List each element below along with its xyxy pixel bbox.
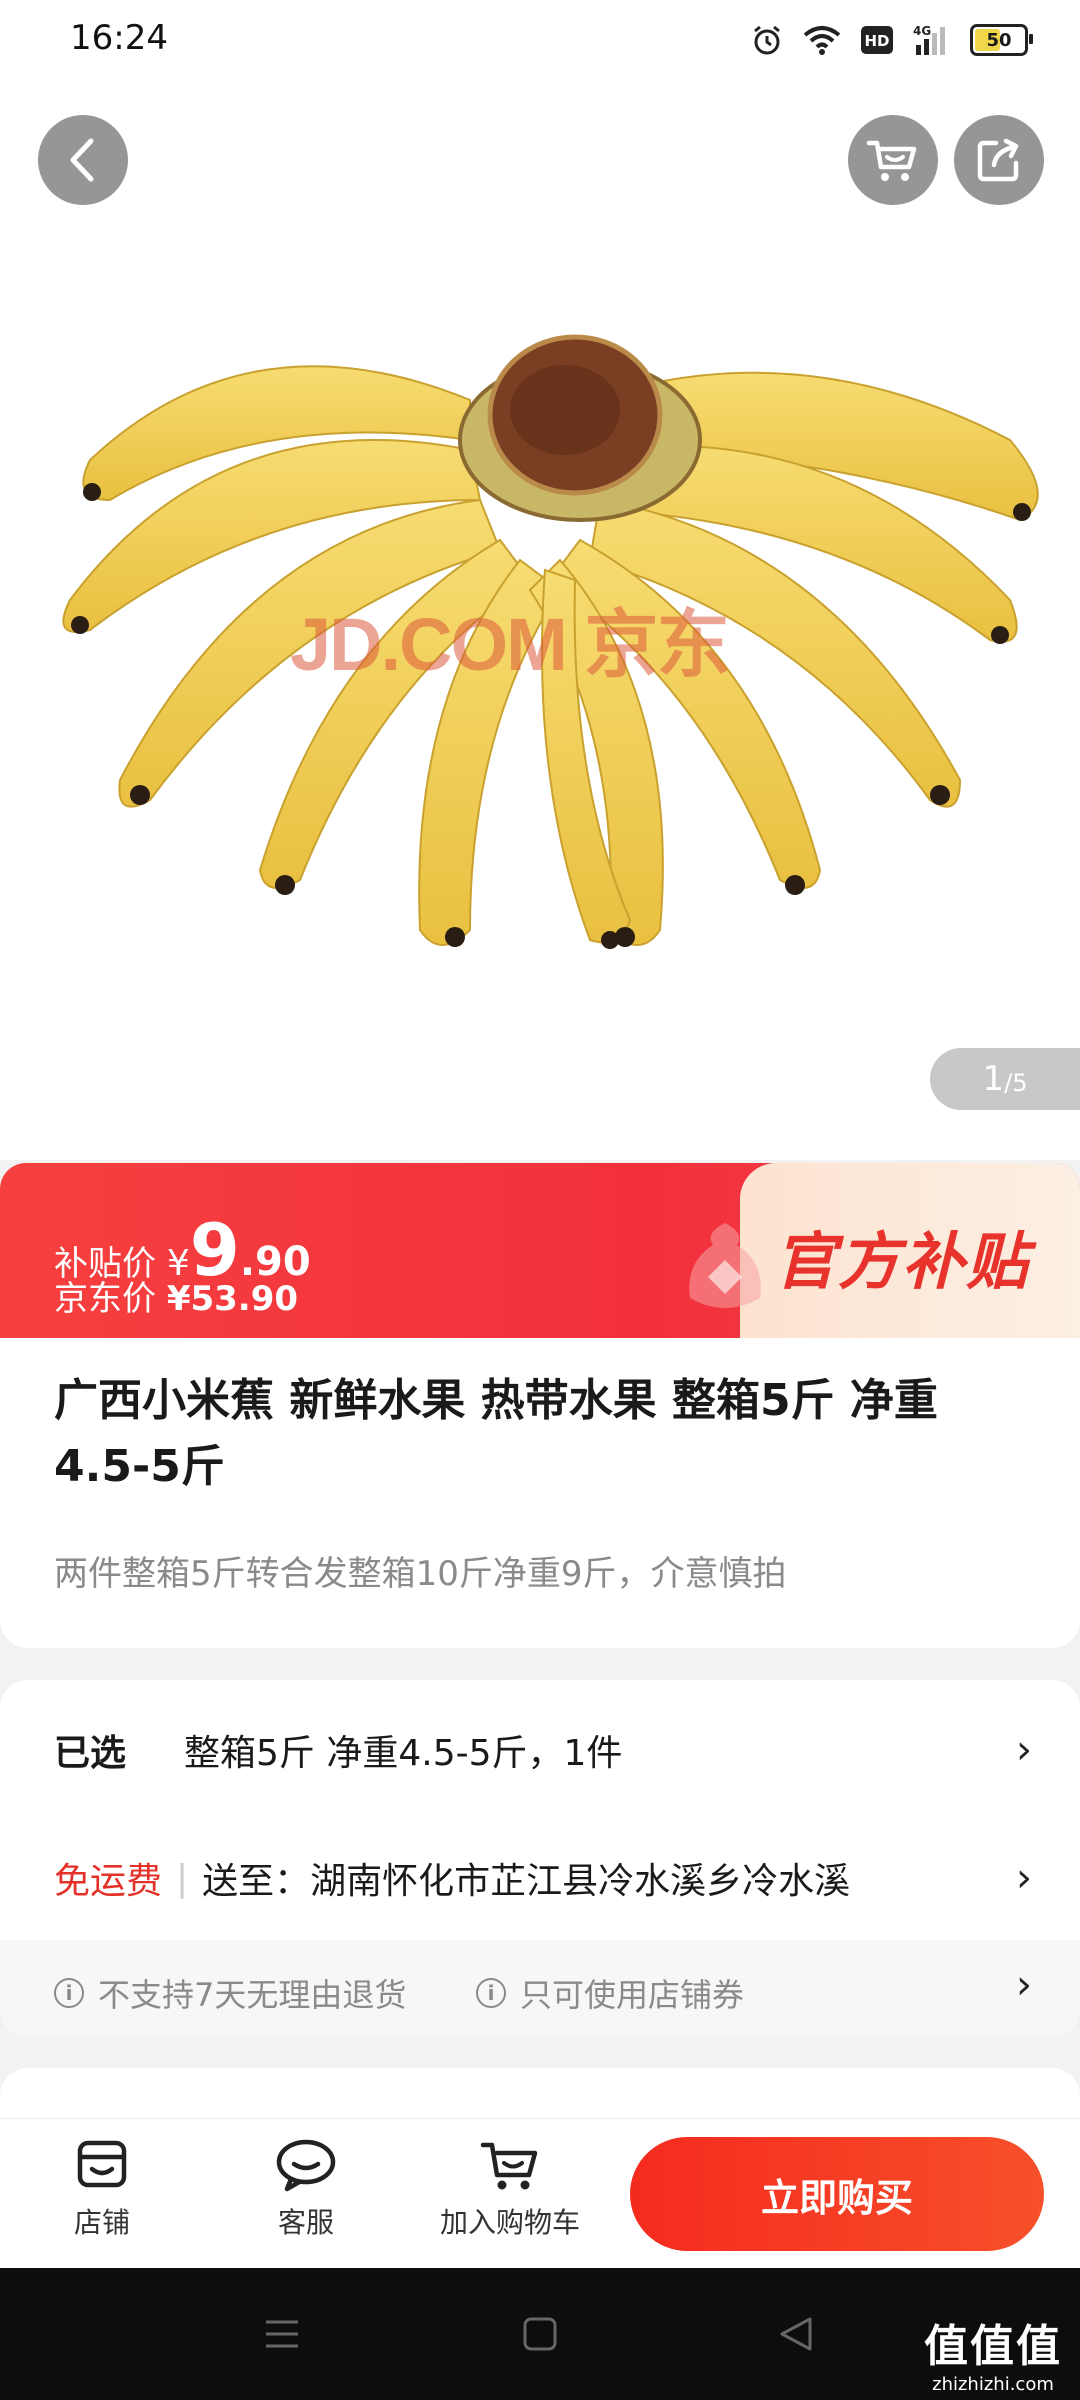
- back-button[interactable]: [38, 115, 128, 205]
- hd-icon: HD: [861, 26, 893, 54]
- alarm-icon: [754, 25, 780, 55]
- status-bar: 16:24 HD 4G 50: [0, 0, 1080, 80]
- official-subsidy-text: 官方补贴: [773, 1225, 1030, 1298]
- info-icon: i: [54, 1978, 84, 2008]
- status-icons: HD 4G 50: [750, 18, 1033, 62]
- chevron-right-icon: ›: [1016, 1855, 1032, 1901]
- battery-icon: 50: [970, 24, 1033, 56]
- service-notice-row[interactable]: i 不支持7天无理由退货 i 只可使用店铺券 ›: [0, 1940, 1080, 2037]
- svg-text:4G: 4G: [913, 24, 931, 38]
- battery-level: 50: [986, 29, 1012, 51]
- info-icon: i: [476, 1978, 506, 2008]
- selected-spec-row[interactable]: 已选 整箱5斤 净重4.5-5斤，1件 ›: [54, 1720, 1032, 1780]
- cart-icon: [480, 2142, 538, 2190]
- chat-icon: [276, 2139, 336, 2192]
- svg-text:HD: HD: [864, 32, 889, 50]
- corner-watermark: 值值值 zhizhizhi.com: [924, 2310, 1062, 2395]
- notice-store-coupon: i 只可使用店铺券: [476, 1970, 744, 2016]
- official-subsidy-badge: 官方补贴: [689, 1163, 1080, 1338]
- cart-icon: [866, 140, 917, 181]
- cart-button[interactable]: [848, 115, 938, 205]
- chevron-right-icon: ›: [1016, 1962, 1032, 2008]
- delivery-address: 送至：湖南怀化市芷江县冷水溪乡冷水溪: [202, 1861, 851, 1902]
- corner-watermark-logo: 值值值: [924, 2321, 1062, 2372]
- delivery-row[interactable]: 免运费 | 送至：湖南怀化市芷江县冷水溪乡冷水溪 ›: [54, 1848, 1032, 1908]
- divider: |: [176, 1857, 189, 1899]
- chevron-right-icon: ›: [1016, 1727, 1032, 1773]
- chevron-left-icon: [70, 138, 94, 182]
- notice-no-return: i 不支持7天无理由退货: [54, 1970, 406, 2016]
- 4g-signal-icon: 4G: [913, 24, 945, 55]
- product-subtitle: 两件整箱5斤转合发整箱10斤净重9斤，介意慎拍: [54, 1554, 787, 1594]
- store-button[interactable]: 店铺: [22, 2137, 182, 2241]
- add-to-cart-button[interactable]: 加入购物车: [430, 2137, 590, 2241]
- customer-service-label: 客服: [277, 2206, 334, 2239]
- corner-watermark-url: zhizhizhi.com: [932, 2374, 1054, 2395]
- customer-service-button[interactable]: 客服: [226, 2137, 386, 2241]
- jd-price-value: ¥53.90: [166, 1279, 299, 1319]
- status-time: 16:24: [70, 18, 168, 58]
- share-button[interactable]: [954, 115, 1044, 205]
- money-bag-icon: [689, 1223, 761, 1308]
- home-icon[interactable]: [520, 2314, 560, 2354]
- back-triangle-icon[interactable]: [776, 2314, 816, 2354]
- share-icon: [977, 138, 1019, 182]
- jd-price-label: 京东价: [54, 1279, 156, 1319]
- image-watermark: JD.COM 京东: [290, 603, 730, 686]
- notice-store-coupon-text: 只可使用店铺券: [520, 1976, 745, 2014]
- wifi-icon: [803, 26, 841, 55]
- notice-no-return-text: 不支持7天无理由退货: [98, 1976, 407, 2014]
- spec-card: 已选 整箱5斤 净重4.5-5斤，1件 › 免运费 | 送至：湖南怀化市芷江县冷…: [0, 1680, 1080, 2037]
- bottom-action-bar: 店铺 客服 加入购物车 立即购买: [0, 2118, 1080, 2269]
- menu-icon[interactable]: [262, 2314, 302, 2354]
- store-label: 店铺: [73, 2206, 130, 2239]
- system-navigation-bar: [0, 2268, 1080, 2400]
- page-current: 1: [982, 1059, 1005, 1099]
- product-info-card: 广西小米蕉 新鲜水果 热带水果 整箱5斤 净重4.5-5斤 两件整箱5斤转合发整…: [0, 1338, 1080, 1648]
- add-to-cart-label: 加入购物车: [439, 2206, 580, 2239]
- free-shipping-label: 免运费: [54, 1861, 163, 1902]
- buy-now-button[interactable]: 立即购买: [630, 2137, 1044, 2251]
- price-banner: 补贴价 ¥9.90 京东价 ¥53.90 官方补贴: [0, 1163, 1080, 1338]
- jd-price: 京东价 ¥53.90: [54, 1271, 298, 1320]
- store-icon: [77, 2140, 127, 2188]
- product-title: 广西小米蕉 新鲜水果 热带水果 整箱5斤 净重4.5-5斤: [54, 1375, 938, 1492]
- page-total: /5: [1004, 1069, 1028, 1097]
- selected-value: 整箱5斤 净重4.5-5斤，1件: [184, 1733, 623, 1774]
- image-page-indicator: 1/5: [930, 1048, 1080, 1110]
- product-image-gallery[interactable]: JD.COM 京东 1/5: [0, 80, 1080, 1160]
- selected-label: 已选: [54, 1733, 127, 1774]
